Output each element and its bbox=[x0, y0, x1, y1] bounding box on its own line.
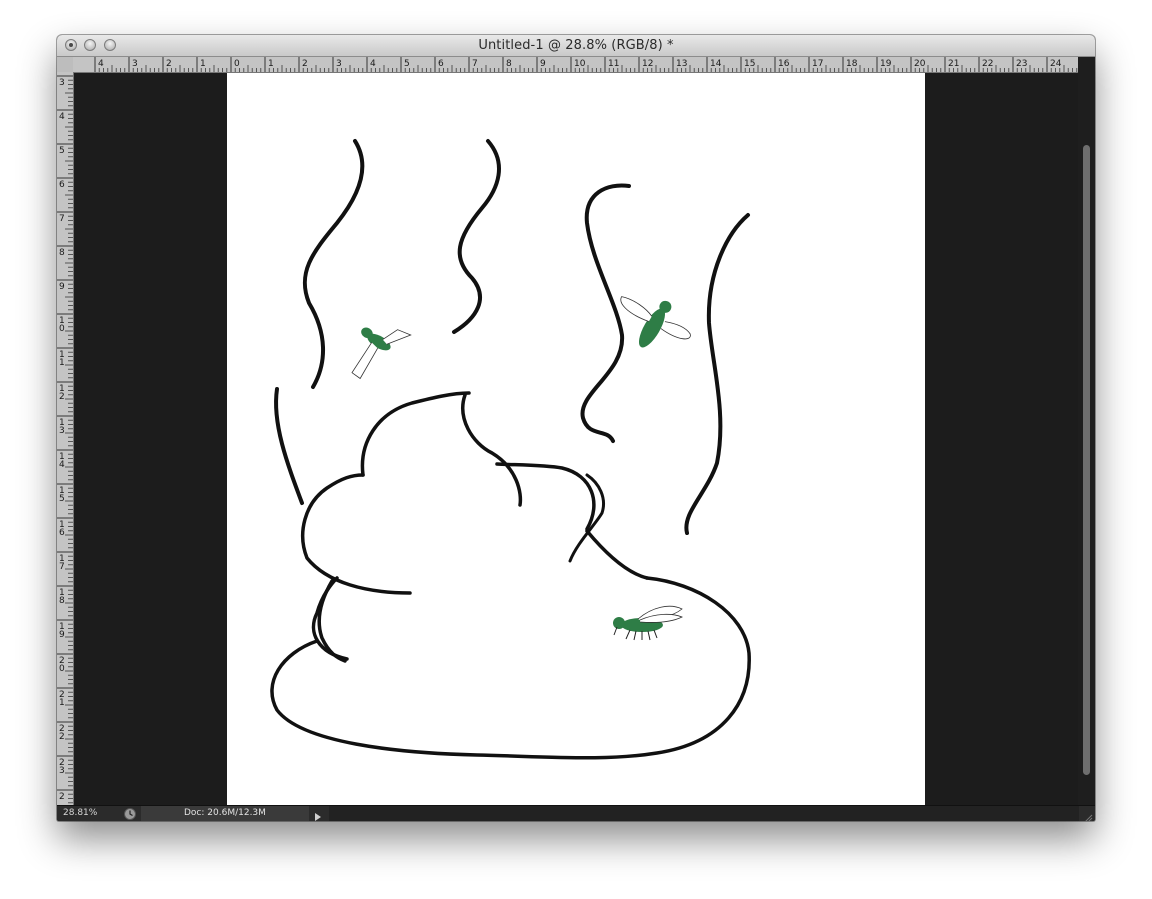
ruler-label: 22 bbox=[982, 59, 993, 69]
ruler-label: 9 bbox=[59, 630, 65, 640]
ruler-label: 6 bbox=[59, 180, 65, 190]
ruler-label: 2 bbox=[302, 59, 308, 69]
vertical-scroll-thumb[interactable] bbox=[1083, 145, 1090, 775]
ruler-label: 11 bbox=[608, 59, 619, 69]
ruler-label: 16 bbox=[778, 59, 790, 69]
ruler-label: 7 bbox=[59, 214, 65, 224]
pile-top bbox=[360, 391, 471, 477]
ruler-label: 21 bbox=[948, 59, 959, 69]
ruler-label: 3 bbox=[132, 59, 138, 69]
ruler-label: 23 bbox=[1016, 59, 1027, 69]
ruler-label: 19 bbox=[880, 59, 892, 69]
ruler-label: 4 bbox=[59, 112, 65, 122]
horizontal-scrollbar[interactable] bbox=[329, 806, 1079, 821]
stink-line-3 bbox=[580, 183, 631, 443]
ruler-label: 2 bbox=[59, 792, 65, 802]
ruler-label: 3 bbox=[59, 766, 65, 776]
ruler-label: 1 bbox=[59, 698, 65, 708]
ruler-label: 12 bbox=[642, 59, 653, 69]
ruler-label: 4 bbox=[59, 460, 65, 470]
ruler-label: 4 bbox=[370, 59, 376, 69]
canvas-area[interactable] bbox=[74, 73, 1078, 805]
ruler-label: 6 bbox=[438, 59, 444, 69]
ruler-origin[interactable] bbox=[57, 57, 74, 73]
ruler-label: 8 bbox=[506, 59, 512, 69]
vertical-scrollbar[interactable] bbox=[1078, 57, 1095, 805]
ruler-label: 1 bbox=[268, 59, 274, 69]
horizontal-ruler[interactable]: 4 3 2 1 0 1 2 3 4 5 6 7 8 9 10 11 12 13 14 15 16 17 18 19 20 21 22… bbox=[73, 57, 1078, 73]
poop-drawing bbox=[270, 139, 751, 760]
timer-icon[interactable] bbox=[121, 807, 139, 821]
ruler-label: 15 bbox=[744, 59, 755, 69]
ruler-label: 3 bbox=[59, 78, 65, 88]
ruler-label: 9 bbox=[540, 59, 546, 69]
ruler-label: 2 bbox=[166, 59, 172, 69]
ruler-label: 2 bbox=[59, 732, 65, 742]
ruler-label: 14 bbox=[710, 59, 722, 69]
ruler-label: 5 bbox=[404, 59, 410, 69]
ruler-label: 5 bbox=[59, 146, 65, 156]
vertical-ruler[interactable]: 345678910111213141516171819202122232 bbox=[57, 72, 74, 805]
document-title: Untitled-1 @ 28.8% (RGB/8) * bbox=[478, 38, 674, 53]
ruler-label: 8 bbox=[59, 596, 65, 606]
pile-base bbox=[270, 576, 751, 760]
ruler-label: 9 bbox=[59, 282, 65, 292]
ruler-label: 18 bbox=[846, 59, 858, 69]
ruler-label: 1 bbox=[59, 358, 65, 368]
document-window: Untitled-1 @ 28.8% (RGB/8) * 43210123456… bbox=[57, 35, 1095, 821]
status-bar: 28.81% Doc: 20.6M/12.3M bbox=[57, 805, 1095, 821]
doc-size-label: Doc: 20.6M/12.3M bbox=[184, 808, 266, 818]
ruler-label: 7 bbox=[59, 562, 65, 572]
triangle-right-icon[interactable] bbox=[313, 809, 323, 821]
ruler-label: 5 bbox=[59, 494, 65, 504]
zoom-level-field[interactable]: 28.81% bbox=[63, 808, 119, 818]
vertical-ruler-graphic: 345678910111213141516171819202122232 bbox=[57, 75, 73, 804]
ruler-label: 13 bbox=[676, 59, 687, 69]
horizontal-ruler-graphic: 4 3 2 1 0 1 2 3 4 5 6 7 8 9 10 11 12 13 14 15 16 17 18 19 20 21 22… bbox=[94, 57, 1078, 72]
fly-3 bbox=[613, 605, 683, 641]
ruler-label: 17 bbox=[812, 59, 823, 69]
ruler-label: 6 bbox=[59, 528, 65, 538]
artboard[interactable] bbox=[227, 73, 925, 805]
ruler-label: 2 bbox=[59, 392, 65, 402]
stink-line-1 bbox=[302, 139, 365, 389]
ruler-label: 1 bbox=[200, 59, 206, 69]
ruler-label: 10 bbox=[574, 59, 586, 69]
title-bar[interactable]: Untitled-1 @ 28.8% (RGB/8) * bbox=[57, 35, 1095, 57]
ruler-label: 3 bbox=[59, 426, 65, 436]
ruler-label: 0 bbox=[59, 664, 65, 674]
stink-line-4 bbox=[684, 213, 750, 535]
ruler-label: 7 bbox=[472, 59, 478, 69]
pile-shoulder bbox=[568, 473, 605, 563]
pile-tip-fold bbox=[461, 393, 523, 507]
ruler-label: 8 bbox=[59, 248, 65, 258]
pile-middle-outline bbox=[301, 473, 412, 595]
pile-lower-right bbox=[585, 529, 649, 580]
fly-1 bbox=[351, 327, 412, 380]
resize-grip-icon[interactable] bbox=[1083, 810, 1093, 821]
stink-line-2 bbox=[452, 139, 501, 334]
ruler-label: 0 bbox=[59, 324, 65, 334]
ruler-label: 20 bbox=[914, 59, 926, 69]
ruler-label: 3 bbox=[336, 59, 342, 69]
ruler-label: 4 bbox=[98, 59, 104, 69]
ruler-label: 24 bbox=[1050, 59, 1062, 69]
ruler-label: 0 bbox=[234, 59, 240, 69]
stink-line-5 bbox=[274, 387, 304, 505]
